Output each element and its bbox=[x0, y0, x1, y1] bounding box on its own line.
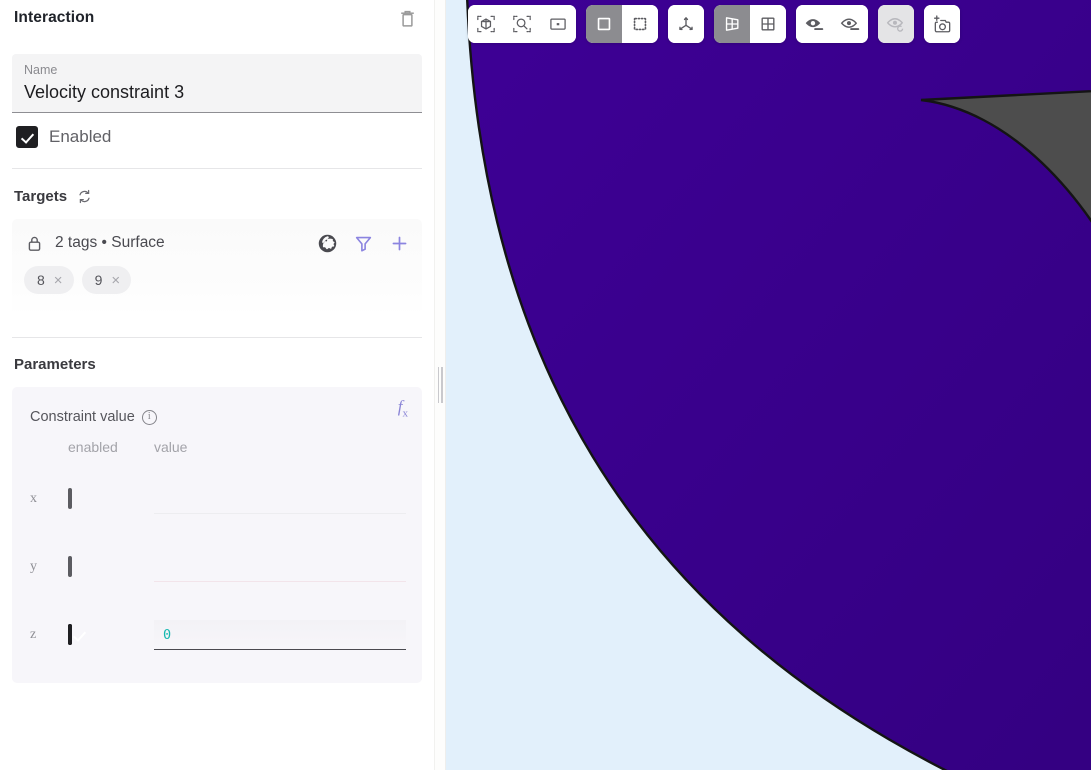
add-snapshot-icon[interactable] bbox=[924, 5, 960, 43]
panel-resize-splitter[interactable] bbox=[434, 0, 446, 770]
constraint-value-label: Constraint value bbox=[30, 409, 135, 425]
enabled-column-header: enabled bbox=[68, 439, 118, 455]
lock-icon[interactable] bbox=[24, 233, 44, 253]
hide-others-icon[interactable] bbox=[832, 5, 868, 43]
targets-card: 2 tags • Surface 8 × 9 × bbox=[12, 219, 422, 315]
targets-summary: 2 tags • Surface bbox=[55, 234, 165, 251]
constraint-table: enabled value x y z 0 bbox=[30, 439, 412, 669]
table-row: x bbox=[30, 465, 412, 533]
table-row: z 0 bbox=[30, 601, 412, 669]
target-chip[interactable]: 9 × bbox=[81, 266, 132, 294]
axis-label-x: x bbox=[30, 491, 37, 506]
snapshot-group bbox=[924, 5, 960, 43]
table-header-row: enabled value bbox=[30, 439, 412, 465]
name-field-label: Name bbox=[24, 63, 58, 77]
targets-title: Targets bbox=[14, 187, 68, 205]
zoom-to-selection-icon[interactable] bbox=[504, 5, 540, 43]
constraint-value-input-z[interactable]: 0 bbox=[154, 620, 406, 650]
enabled-checkbox-row[interactable]: Enabled bbox=[0, 113, 434, 148]
targets-summary-row: 2 tags • Surface bbox=[24, 232, 410, 254]
name-input[interactable]: Velocity constraint 3 bbox=[24, 80, 410, 105]
constraint-value-input-y[interactable] bbox=[154, 552, 406, 582]
targets-section-header: Targets bbox=[0, 169, 434, 205]
target-chip-list: 8 × 9 × bbox=[24, 266, 410, 294]
visibility-group bbox=[796, 5, 868, 43]
constraint-value-input-x[interactable] bbox=[154, 484, 406, 514]
value-cell-x bbox=[154, 465, 412, 533]
trash-icon[interactable] bbox=[394, 5, 420, 31]
constraint-value-header: Constraint value i bbox=[30, 409, 412, 425]
table-row: y bbox=[30, 533, 412, 601]
close-icon[interactable]: × bbox=[54, 273, 63, 288]
3d-viewport[interactable] bbox=[446, 0, 1091, 770]
constraint-value-card: fx Constraint value i enabled value x y … bbox=[12, 387, 422, 683]
flat-grid-icon[interactable] bbox=[750, 5, 786, 43]
enabled-label: Enabled bbox=[49, 127, 112, 146]
panel-header: Interaction bbox=[0, 0, 434, 36]
solid-selection-icon[interactable] bbox=[586, 5, 622, 43]
function-editor-icon[interactable]: fx bbox=[398, 397, 408, 419]
parameters-section-header: Parameters bbox=[0, 338, 434, 373]
value-cell-z: 0 bbox=[154, 601, 412, 669]
axes-group bbox=[668, 5, 704, 43]
target-chip-label: 8 bbox=[37, 272, 45, 288]
name-field[interactable]: Name Velocity constraint 3 bbox=[12, 54, 422, 113]
axis-column-header bbox=[30, 439, 68, 465]
constraint-enabled-checkbox-y[interactable] bbox=[68, 556, 72, 577]
grid-group bbox=[714, 5, 786, 43]
reset-visibility-group bbox=[878, 5, 914, 43]
parameters-title: Parameters bbox=[14, 356, 96, 373]
axis-label-y: y bbox=[30, 559, 37, 574]
hide-selected-icon[interactable] bbox=[796, 5, 832, 43]
viewport-toolbar bbox=[468, 5, 960, 43]
page-title: Interaction bbox=[14, 9, 95, 26]
axes-triad-icon[interactable] bbox=[668, 5, 704, 43]
3d-scene bbox=[466, 0, 1091, 770]
constraint-enabled-checkbox-x[interactable] bbox=[68, 488, 72, 509]
zoom-to-window-icon[interactable] bbox=[540, 5, 576, 43]
enabled-cell-y bbox=[68, 533, 154, 601]
value-cell-y bbox=[154, 533, 412, 601]
selection-mode-group bbox=[586, 5, 658, 43]
target-chip-label: 9 bbox=[94, 272, 103, 288]
splitter-grip-icon bbox=[437, 367, 443, 403]
enabled-checkbox[interactable] bbox=[16, 126, 38, 148]
properties-panel: Interaction Name Velocity constraint 3 E… bbox=[0, 0, 434, 770]
filter-icon[interactable] bbox=[352, 232, 374, 254]
plus-icon[interactable] bbox=[388, 232, 410, 254]
axis-label-z: z bbox=[30, 627, 37, 642]
info-icon[interactable]: i bbox=[141, 409, 157, 425]
close-icon[interactable]: × bbox=[111, 273, 120, 288]
perspective-grid-icon[interactable] bbox=[714, 5, 750, 43]
enabled-cell-x bbox=[68, 465, 154, 533]
value-column-header: value bbox=[154, 439, 188, 455]
enabled-cell-z bbox=[68, 601, 154, 669]
app-root: Interaction Name Velocity constraint 3 E… bbox=[0, 0, 1091, 770]
dotted-selection-icon[interactable] bbox=[622, 5, 658, 43]
refresh-icon[interactable] bbox=[75, 187, 93, 205]
view-fit-group bbox=[468, 5, 576, 43]
constraint-enabled-checkbox-z[interactable] bbox=[68, 624, 72, 645]
reset-visibility-icon bbox=[878, 5, 914, 43]
target-chip[interactable]: 8 × bbox=[24, 266, 74, 294]
zoom-to-fit-icon[interactable] bbox=[468, 5, 504, 43]
globe-icon[interactable] bbox=[316, 232, 338, 254]
